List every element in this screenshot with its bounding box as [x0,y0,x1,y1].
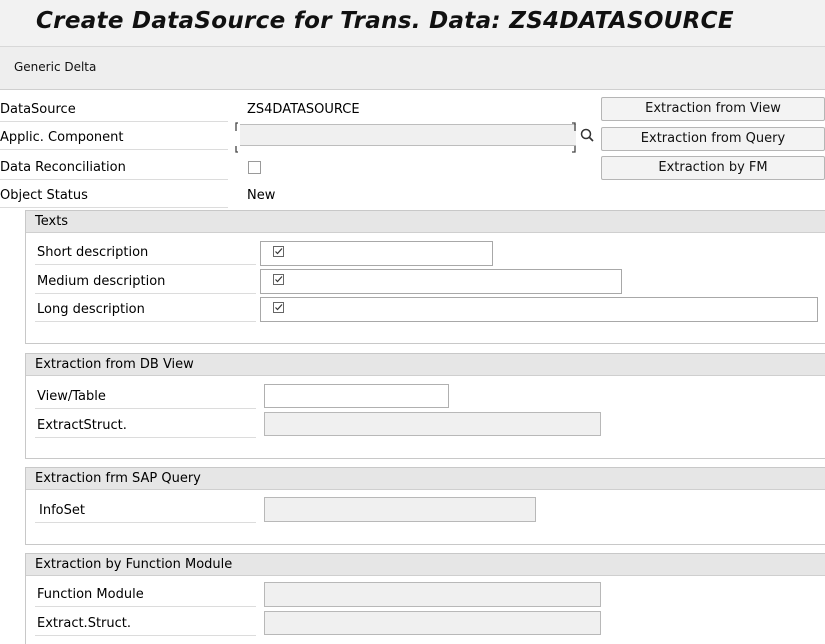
db-view-group-header: Extraction from DB View [26,354,825,376]
extraction-by-fm-button[interactable]: Extraction by FM [601,156,825,180]
datasource-label: DataSource [0,102,76,117]
texts-group: Texts Short description Medium descripti… [25,210,825,344]
translation-checkbox-icon [273,274,284,285]
translation-checkbox-icon [273,246,284,257]
extractstruct-label: ExtractStruct. [37,418,127,433]
infoset-label-underline [35,522,256,523]
page-title: Create DataSource for Trans. Data: ZS4DA… [36,8,734,34]
function-module-group: Extraction by Function Module Function M… [25,553,825,644]
extraction-from-query-button[interactable]: Extraction from Query [601,127,825,151]
extract-struct-label-underline [35,635,256,636]
short-description-label: Short description [37,245,149,260]
value-help-search-icon[interactable] [577,124,597,146]
sap-query-group-header: Extraction frm SAP Query [26,468,825,490]
generic-delta-button[interactable]: Generic Delta [14,60,96,74]
extractstruct-label-underline [35,437,256,438]
data-reconciliation-label: Data Reconciliation [0,160,126,175]
function-module-label: Function Module [37,587,144,602]
function-module-field [264,582,601,607]
translation-checkbox-icon [273,302,284,313]
required-field-brackets [235,122,576,153]
data-reconciliation-label-underline [0,179,228,180]
long-description-label: Long description [37,302,145,317]
view-table-label-underline [35,408,256,409]
applic-component-label: Applic. Component [0,130,124,145]
extraction-from-view-button[interactable]: Extraction from View [601,97,825,121]
applic-component-label-underline [0,149,228,150]
application-toolbar: Generic Delta [0,47,825,90]
long-description-input[interactable] [260,297,818,322]
short-description-input[interactable] [260,241,493,266]
extractstruct-field [264,412,601,436]
title-bar: Create DataSource for Trans. Data: ZS4DA… [0,0,825,47]
infoset-field [264,497,536,522]
view-table-input[interactable] [264,384,449,408]
db-view-group-title: Extraction from DB View [35,357,194,372]
sap-query-group: Extraction frm SAP Query InfoSet [25,467,825,545]
datasource-label-underline [0,121,228,122]
sap-query-group-title: Extraction frm SAP Query [35,471,201,486]
function-module-label-underline [35,606,256,607]
texts-group-header: Texts [26,211,825,233]
view-table-label: View/Table [37,389,106,404]
medium-description-label: Medium description [37,274,166,289]
long-description-label-underline [35,321,256,322]
medium-description-input[interactable] [260,269,622,294]
texts-group-title: Texts [35,214,69,229]
short-description-label-underline [35,264,256,265]
medium-description-label-underline [35,293,256,294]
object-status-label: Object Status [0,188,88,203]
extract-struct-field [264,611,601,635]
data-reconciliation-checkbox[interactable] [248,161,261,174]
function-module-group-header: Extraction by Function Module [26,554,825,576]
infoset-label: InfoSet [39,503,85,518]
object-status-label-underline [0,207,228,208]
object-status-value: New [247,188,276,203]
function-module-group-title: Extraction by Function Module [35,557,233,572]
db-view-group: Extraction from DB View View/Table Extra… [25,353,825,459]
datasource-value: ZS4DATASOURCE [247,102,360,117]
extract-struct-label: Extract.Struct. [37,616,132,631]
